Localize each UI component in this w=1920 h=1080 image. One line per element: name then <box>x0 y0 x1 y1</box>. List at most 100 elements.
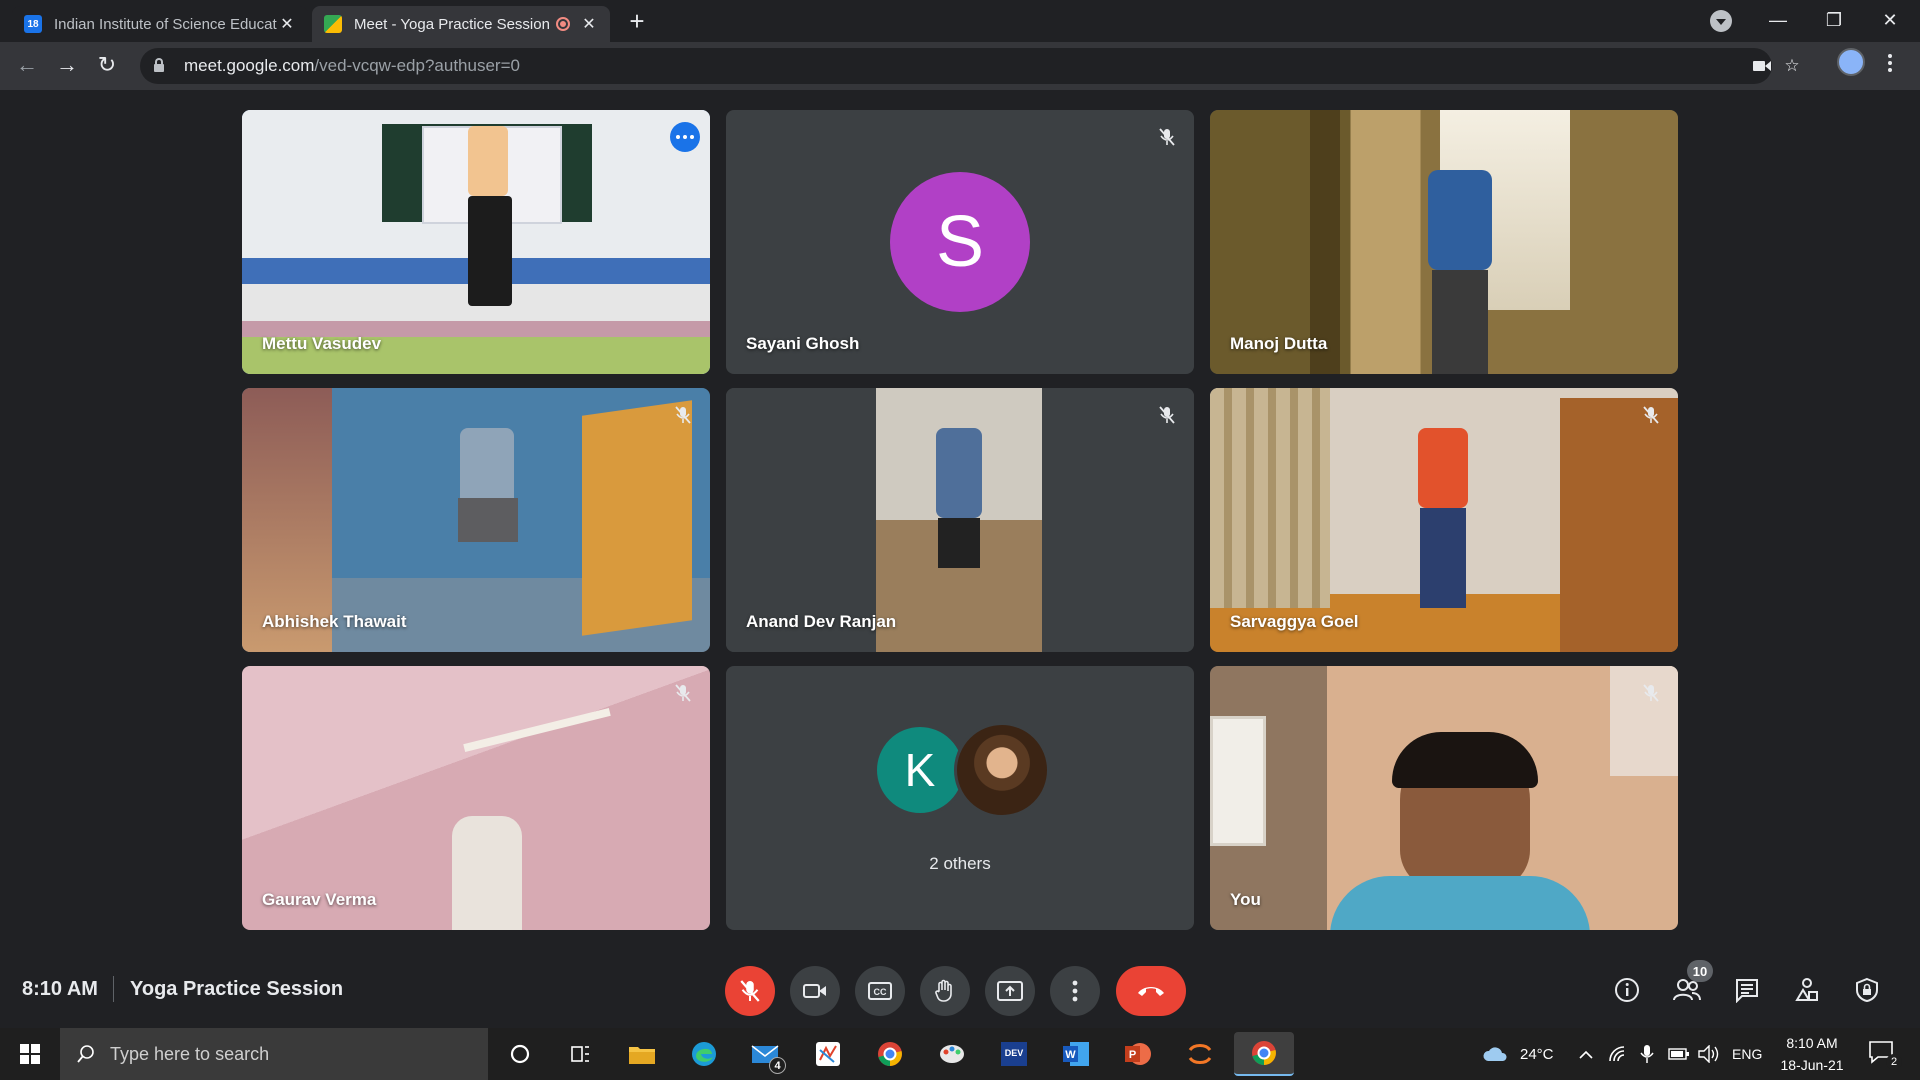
taskbar-date: 18-Jun-21 <box>1780 1057 1844 1073</box>
participant-name: Abhishek Thawait <box>262 612 407 631</box>
meet-grid: Mettu Vasudev S Sayani Ghosh Manoj Dutta… <box>0 90 1920 952</box>
whiteboard-icon[interactable] <box>810 1036 846 1072</box>
search-placeholder: Type here to search <box>110 1043 270 1064</box>
mic-toggle-button[interactable] <box>725 966 775 1016</box>
file-explorer-icon[interactable] <box>624 1036 660 1072</box>
address-bar[interactable]: meet.google.com /ved-vcqw-edp?authuser=0… <box>140 48 1800 84</box>
more-options-button[interactable] <box>1050 966 1100 1016</box>
svg-text:CC: CC <box>874 987 887 997</box>
participant-tile[interactable]: Abhishek Thawait <box>242 388 710 652</box>
avatar: S <box>890 172 1030 312</box>
hand-icon <box>935 979 952 1002</box>
mic-off-icon <box>740 980 760 1002</box>
close-icon[interactable]: ✕ <box>580 14 598 34</box>
microphone-tray-icon[interactable] <box>1640 1028 1654 1080</box>
raise-hand-button[interactable] <box>920 966 970 1016</box>
mic-off-icon <box>670 680 696 706</box>
show-hidden-icons[interactable] <box>1578 1028 1594 1080</box>
camera-toggle-button[interactable] <box>790 966 840 1016</box>
lock-icon[interactable] <box>154 58 164 72</box>
participant-tile[interactable]: Anand Dev Ranjan <box>726 388 1194 652</box>
meeting-details-icon[interactable] <box>1611 974 1643 1006</box>
chat-icon[interactable] <box>1731 974 1763 1006</box>
participant-tile[interactable]: Gaurav Verma <box>242 666 710 930</box>
tab-meet[interactable]: Meet - Yoga Practice Session ✕ <box>312 6 610 42</box>
host-controls-icon[interactable] <box>1851 974 1883 1006</box>
powerpoint-icon[interactable]: P <box>1120 1036 1156 1072</box>
tab-title: Meet - Yoga Practice Session <box>354 15 550 33</box>
start-button[interactable] <box>0 1028 60 1080</box>
bookmark-star-icon[interactable]: ☆ <box>1780 54 1804 78</box>
url-path: /ved-vcqw-edp?authuser=0 <box>314 56 520 75</box>
camera-in-use-icon[interactable] <box>1750 54 1774 78</box>
more-options-icon[interactable] <box>670 122 700 152</box>
task-view-icon[interactable] <box>562 1036 598 1072</box>
mail-badge: 4 <box>769 1057 786 1074</box>
new-tab-button[interactable]: + <box>622 6 652 36</box>
participant-tile[interactable]: Manoj Dutta <box>1210 110 1678 374</box>
weather-widget[interactable]: 24°C <box>1482 1028 1554 1080</box>
mic-off-icon <box>1638 680 1664 706</box>
network-icon[interactable] <box>1608 1028 1628 1080</box>
edge-icon[interactable] <box>686 1036 722 1072</box>
meeting-title: Yoga Practice Session <box>130 978 344 1000</box>
svg-text:P: P <box>1129 1049 1136 1061</box>
profile-avatar[interactable] <box>1837 48 1865 76</box>
forward-button[interactable]: → <box>50 48 84 82</box>
cloud-icon <box>1483 1047 1507 1061</box>
participant-name: Sayani Ghosh <box>746 334 860 353</box>
meet-icon <box>324 15 342 33</box>
others-tile[interactable]: K 2 others <box>726 666 1194 930</box>
self-tile[interactable]: You <box>1210 666 1678 930</box>
present-screen-button[interactable] <box>985 966 1035 1016</box>
captions-icon: CC <box>868 982 892 1000</box>
browser-menu-icon[interactable] <box>1882 50 1898 76</box>
participant-count-badge: 10 <box>1687 960 1713 982</box>
activities-icon[interactable] <box>1791 974 1823 1006</box>
cortana-icon[interactable] <box>502 1036 538 1072</box>
hang-up-icon <box>1138 987 1164 996</box>
language-indicator[interactable]: ENG <box>1732 1028 1762 1080</box>
notification-count: 2 <box>1886 1054 1902 1070</box>
participant-tile[interactable]: S Sayani Ghosh <box>726 110 1194 374</box>
jupyter-icon[interactable] <box>1182 1036 1218 1072</box>
volume-icon[interactable] <box>1698 1028 1720 1080</box>
recording-icon <box>556 17 570 31</box>
mic-off-icon <box>1638 402 1664 428</box>
close-icon[interactable]: ✕ <box>278 14 296 34</box>
back-button[interactable]: ← <box>10 48 44 82</box>
calendar-icon: 18 <box>24 15 42 33</box>
meeting-controls-bar: 8:10 AM Yoga Practice Session CC 10 <box>0 952 1920 1028</box>
search-icon <box>77 1045 94 1063</box>
others-avatars: K <box>874 722 1054 818</box>
dev-app-icon[interactable]: DEV <box>996 1036 1032 1072</box>
svg-text:DEV: DEV <box>1005 1048 1024 1058</box>
weather-temp: 24°C <box>1520 1045 1554 1063</box>
chrome-icon <box>1252 1041 1276 1065</box>
word-icon[interactable]: W <box>1058 1036 1094 1072</box>
reload-button[interactable]: ↻ <box>90 48 124 82</box>
taskbar-clock[interactable]: 8:10 AM 18-Jun-21 <box>1764 1032 1860 1076</box>
participant-name: Sarvaggya Goel <box>1230 612 1359 631</box>
windows-taskbar: Type here to search 4 DEV W P 24°C ENG 8… <box>0 1028 1920 1080</box>
kebab-icon <box>1072 980 1078 1002</box>
participant-name: You <box>1230 890 1261 909</box>
taskbar-time: 8:10 AM <box>1786 1035 1838 1051</box>
participant-tile[interactable]: Sarvaggya Goel <box>1210 388 1678 652</box>
mail-icon[interactable]: 4 <box>748 1036 786 1074</box>
leave-call-button[interactable] <box>1116 966 1186 1016</box>
tab-iiser[interactable]: 18 Indian Institute of Science Educat ✕ <box>12 6 308 42</box>
participant-tile[interactable]: Mettu Vasudev <box>242 110 710 374</box>
notifications-icon[interactable]: 2 <box>1868 1040 1902 1070</box>
taskbar-search-box[interactable]: Type here to search <box>60 1028 488 1080</box>
chrome-icon[interactable] <box>872 1036 908 1072</box>
minimize-button[interactable]: — <box>1750 0 1806 40</box>
window-close-button[interactable]: ✕ <box>1862 0 1918 40</box>
tab-search-icon[interactable] <box>1710 10 1732 32</box>
participant-name: Gaurav Verma <box>262 890 377 909</box>
paint-icon[interactable] <box>934 1036 970 1072</box>
battery-icon[interactable] <box>1668 1028 1690 1080</box>
chrome-active-window[interactable] <box>1234 1032 1294 1076</box>
restore-button[interactable]: ❐ <box>1806 0 1862 40</box>
captions-button[interactable]: CC <box>855 966 905 1016</box>
